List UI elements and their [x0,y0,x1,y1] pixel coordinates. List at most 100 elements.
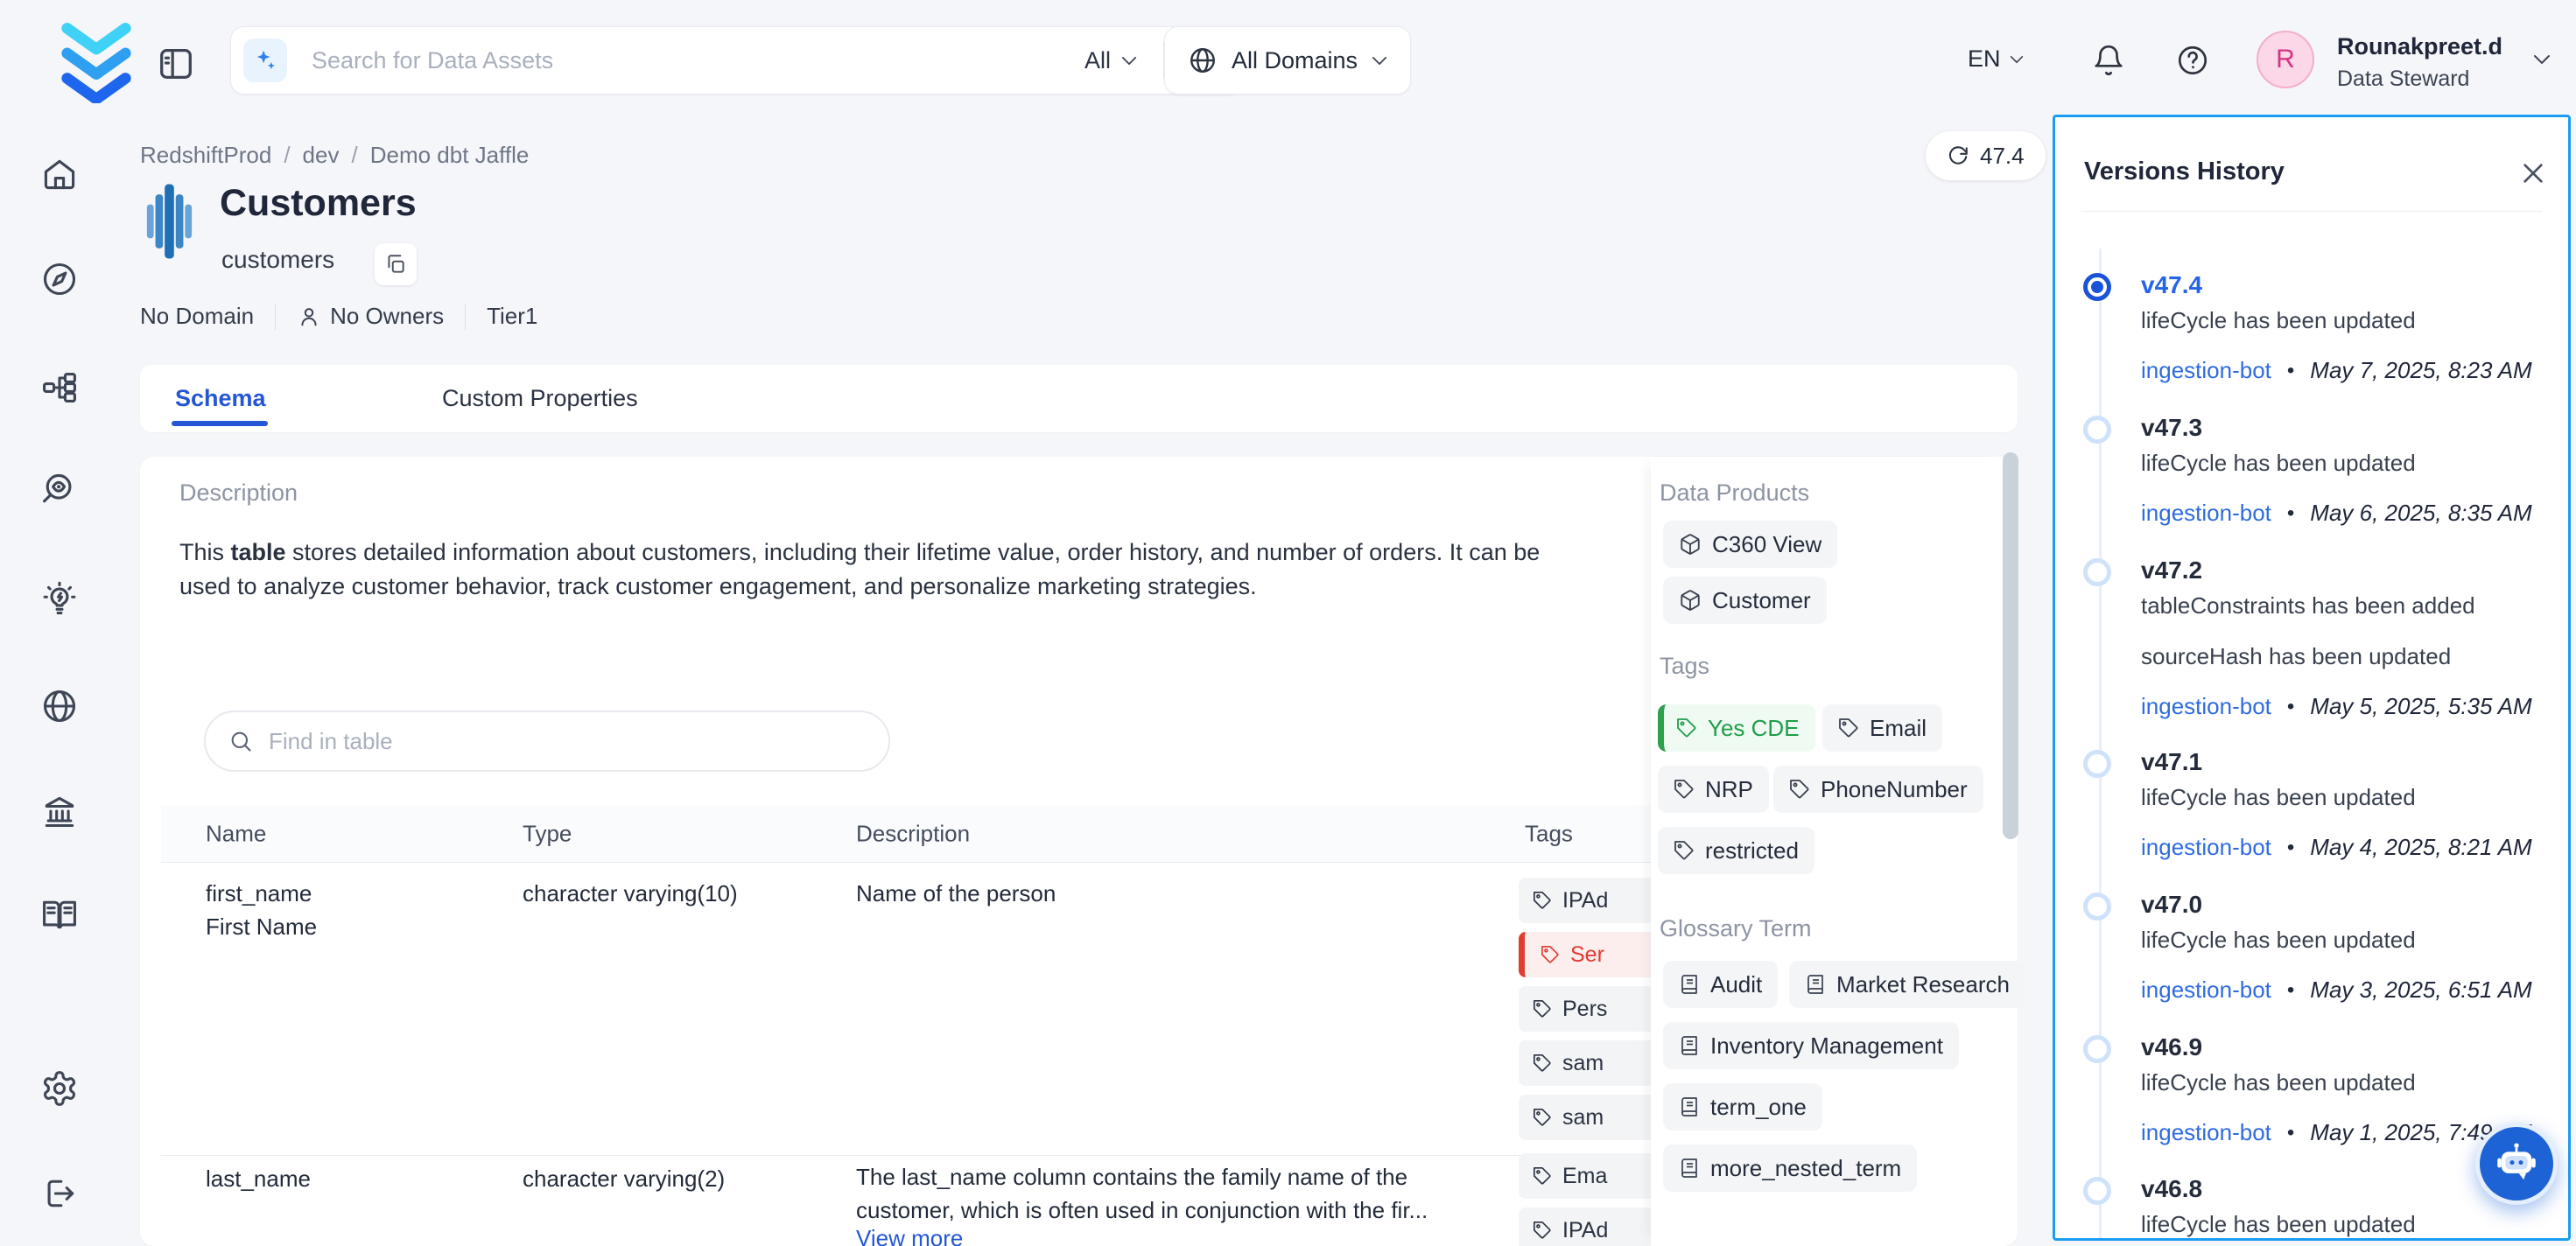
column-header-name[interactable]: Name [206,820,266,847]
book-icon [1679,1158,1700,1179]
find-in-table-box[interactable] [204,710,890,772]
redshift-table-icon [144,180,194,262]
version-author-link[interactable]: ingestion-bot [2141,693,2271,720]
close-icon[interactable] [2519,159,2547,187]
radio-icon[interactable] [2083,416,2111,444]
version-entry[interactable]: v47.0 lifeCycle has been updated ingesti… [2083,889,2543,1004]
version-date: May 3, 2025, 6:51 AM [2310,976,2531,1004]
version-entry[interactable]: v47.4 lifeCycle has been updated ingesti… [2083,270,2543,384]
sidebar-item-compass-icon[interactable] [40,260,79,298]
sidebar-item-observability-icon[interactable] [40,470,79,508]
version-refresh-badge[interactable]: 47.4 [1926,131,2046,180]
version-meta: ingestion-bot • May 6, 2025, 8:35 AM [2141,500,2543,527]
tab-custom-properties[interactable]: Custom Properties [442,365,638,432]
data-product-pill[interactable]: C360 View [1663,521,1837,568]
version-entry[interactable]: v46.9 lifeCycle has been updated ingesti… [2083,1032,2543,1146]
user-menu-chevron-icon[interactable] [2533,54,2551,65]
version-meta: ingestion-bot • May 3, 2025, 6:51 AM [2141,976,2543,1004]
tag-pill[interactable]: Email [1822,704,1942,752]
all-domains-dropdown[interactable]: All Domains [1164,26,1411,94]
column-header-type[interactable]: Type [523,820,572,847]
column-header-tags[interactable]: Tags [1525,820,1573,847]
version-change: lifeCycle has been updated [2141,781,2543,813]
tier-label: Tier1 [487,303,537,330]
radio-selected-icon[interactable] [2083,273,2111,301]
breadcrumb-item[interactable]: dev [303,142,340,169]
radio-icon[interactable] [2083,558,2111,586]
radio-icon[interactable] [2083,1035,2111,1063]
tag-pill[interactable]: restricted [1658,827,1814,874]
domain-chip[interactable]: No Domain [140,303,254,330]
radio-icon[interactable] [2083,750,2111,778]
versions-panel-title: Versions History [2084,158,2285,186]
tier-chip[interactable]: Tier1 [487,303,537,330]
radio-icon[interactable] [2083,892,2111,920]
version-entry[interactable]: v47.2 tableConstraints has been added so… [2083,555,2543,720]
book-icon [1679,974,1700,995]
data-product-pill[interactable]: Customer [1663,577,1827,624]
glossary-term-pill[interactable]: Market Research [1789,961,2025,1008]
sidebar-item-workflow-icon[interactable] [40,368,79,407]
version-entry[interactable]: v47.3 lifeCycle has been updated ingesti… [2083,412,2543,527]
tag-pill[interactable]: NRP [1658,766,1769,813]
sidebar-collapse-icon[interactable] [156,44,196,84]
version-change: lifeCycle has been updated [2141,1067,2543,1098]
radio-icon[interactable] [2083,1177,2111,1205]
tag-pill[interactable]: IPAd [1519,878,1664,923]
global-search-bar[interactable]: All [230,26,1244,94]
user-role: Data Steward [2337,66,2469,92]
sidebar-item-globe-icon[interactable] [40,687,79,725]
help-icon[interactable] [2176,44,2209,77]
glossary-term-pill[interactable]: Audit [1663,961,1778,1008]
tag-pill-sensitive[interactable]: Ser [1519,932,1664,977]
tag-pill[interactable]: IPAd [1519,1208,1664,1246]
content-scrollbar-thumb[interactable] [2003,452,2018,839]
version-author-link[interactable]: ingestion-bot [2141,834,2271,861]
find-in-table-input[interactable] [267,727,866,756]
avatar[interactable]: R [2257,31,2314,88]
copy-name-button[interactable] [375,243,417,285]
table-cell-column-name[interactable]: first_name [206,877,312,910]
version-author-link[interactable]: ingestion-bot [2141,500,2271,527]
tag-pill[interactable]: PhoneNumber [1773,766,1983,813]
page-title: Customers [220,180,417,226]
glossary-term-pill[interactable]: more_nested_term [1663,1144,1917,1192]
table-cell-tags: Ema IPAd [1519,1153,1664,1246]
search-icon [228,729,253,753]
version-author-link[interactable]: ingestion-bot [2141,1119,2271,1146]
version-author-link[interactable]: ingestion-bot [2141,976,2271,1004]
view-more-link[interactable]: View more [856,1225,963,1246]
sidebar-item-glossary-icon[interactable] [40,895,79,934]
tag-pill[interactable]: Ema [1519,1153,1664,1199]
sidebar-item-governance-icon[interactable] [40,792,79,830]
meta-separator: • [2287,978,2294,1003]
tag-pill[interactable]: sam [1519,1095,1664,1140]
tag-pill-yes-cde[interactable]: Yes CDE [1658,704,1815,752]
sidebar-item-logout-icon[interactable] [40,1174,79,1213]
column-header-description[interactable]: Description [856,820,970,847]
search-input[interactable] [310,46,1084,75]
notifications-bell-icon[interactable] [2092,44,2125,77]
breadcrumb-item[interactable]: Demo dbt Jaffle [370,142,530,169]
table-cell-column-name[interactable]: last_name [206,1162,311,1195]
version-entry[interactable]: v47.1 lifeCycle has been updated ingesti… [2083,746,2543,861]
description-text: This table stores detailed information a… [179,536,1597,604]
sidebar-item-insights-icon[interactable] [40,580,79,619]
breadcrumb-item[interactable]: RedshiftProd [140,142,271,169]
version-change: sourceHash has been updated [2141,640,2543,672]
table-cell-type: character varying(2) [523,1162,725,1195]
sidebar-item-settings-icon[interactable] [40,1069,79,1108]
version-entry[interactable]: v46.8 lifeCycle has been updated [2083,1173,2543,1240]
tag-pill[interactable]: Pers [1519,986,1664,1032]
chatbot-fab[interactable] [2475,1123,2558,1205]
tag-pill[interactable]: sam [1519,1040,1664,1086]
sidebar-item-home-icon[interactable] [40,155,79,193]
glossary-term-pill[interactable]: term_one [1663,1083,1822,1130]
package-icon [1679,589,1702,612]
owners-chip[interactable]: No Owners [297,303,444,330]
ai-sparkles-icon[interactable] [243,38,287,82]
glossary-term-pill[interactable]: Inventory Management [1663,1022,1959,1069]
language-dropdown[interactable]: EN [1968,46,2024,73]
search-scope-dropdown[interactable]: All [1084,47,1137,74]
version-author-link[interactable]: ingestion-bot [2141,357,2271,384]
